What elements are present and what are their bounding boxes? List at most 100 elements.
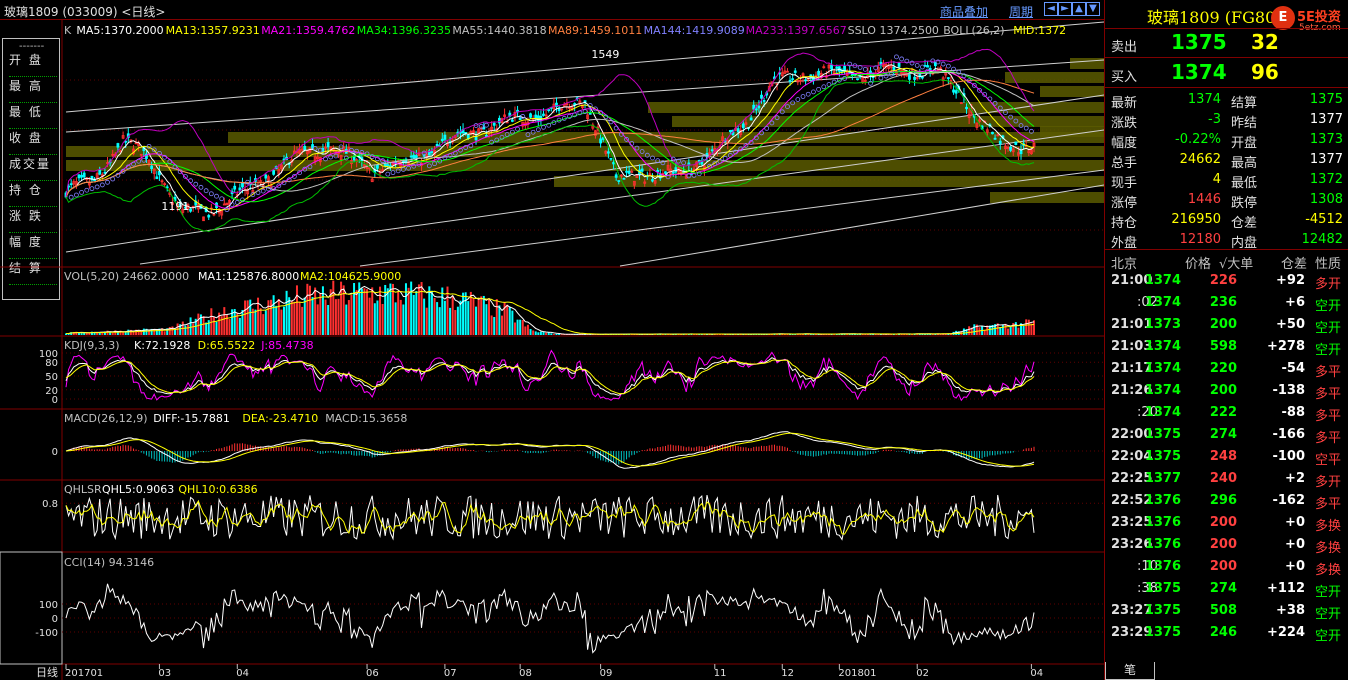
volume-bar	[207, 320, 210, 335]
quote-label: 持仓	[1111, 216, 1138, 231]
candle-body	[326, 142, 330, 148]
arrow-left-icon[interactable]: ◄	[1044, 2, 1058, 16]
volume-bar	[275, 305, 278, 335]
candle-body	[817, 70, 821, 76]
sar-dot	[484, 122, 489, 128]
tick-row: :02 1374 236 +6 空开	[1105, 292, 1348, 314]
quote-label: 昨结	[1231, 116, 1258, 131]
legend-item: BOLL(26,2)	[943, 24, 1004, 37]
quote-value: 12482	[1301, 232, 1343, 247]
arrow-down-icon[interactable]: ▼	[1086, 2, 1100, 16]
tick-row: 21:03 1374 598 +278 空开	[1105, 336, 1348, 358]
volume-bar	[116, 332, 119, 335]
legend-item: K:72.1928	[134, 339, 190, 352]
tick-price: 1375	[1144, 427, 1181, 442]
tick-volume: 200	[1209, 559, 1237, 574]
period-link[interactable]: 周期	[1009, 3, 1033, 20]
cci-tick: 0	[52, 614, 58, 625]
volume-bar	[1001, 324, 1004, 335]
tick-nature: 空开	[1315, 343, 1342, 358]
candle-body	[510, 119, 514, 122]
candle-body	[913, 76, 917, 80]
volume-bar	[244, 300, 247, 335]
volume-bar	[368, 297, 371, 335]
volume-bar	[1014, 322, 1017, 335]
volume-bar	[288, 297, 291, 335]
tick-row: 22:52 1376 296 -162 多平	[1105, 490, 1348, 512]
tick-price: 1374	[1144, 273, 1181, 288]
tick-row: 22:00 1375 274 -166 多平	[1105, 424, 1348, 446]
tick-oi-change: -138	[1272, 383, 1305, 398]
candle-body	[388, 165, 392, 168]
volume-bar	[467, 301, 470, 335]
tick-price: 1374	[1144, 339, 1181, 354]
tick-volume: 220	[1209, 361, 1237, 376]
quote-label: 总手	[1111, 156, 1138, 171]
legend-item: MID:1372	[1013, 24, 1066, 37]
tick-price: 1377	[1144, 471, 1181, 486]
volume-bar	[308, 285, 311, 335]
arrow-up-icon[interactable]: ▲	[1072, 2, 1086, 16]
candle-body	[542, 113, 545, 116]
quote-value: 1374	[1187, 92, 1221, 107]
x-tick-label: 09	[600, 668, 613, 679]
kdj-tick: 0	[52, 395, 58, 406]
candle-body	[238, 187, 242, 191]
price-band	[228, 132, 1104, 143]
overlay-commodity-link[interactable]: 商品叠加	[940, 3, 988, 20]
sar-dot	[198, 184, 204, 190]
volume-bar	[386, 288, 389, 335]
sar-dot	[821, 84, 827, 90]
volume-bar	[456, 306, 459, 335]
tick-volume: 240	[1209, 471, 1237, 486]
volume-bar	[215, 321, 218, 335]
quote-label: 跌停	[1231, 196, 1258, 211]
volume-bar	[498, 305, 501, 335]
arrow-right-icon[interactable]: ►	[1058, 2, 1072, 16]
volume-bar	[555, 333, 558, 335]
legend-item: MA1:125876.8000	[198, 270, 299, 283]
volume-bar	[488, 298, 491, 335]
candle-body	[1009, 146, 1013, 151]
tick-row: :20 1374 222 -88 多平	[1105, 402, 1348, 424]
quote-value: 1377	[1309, 112, 1343, 127]
chart-header: 玻璃1809 (033009) <日线> 商品叠加 周期 ◄ ► ▲ ▼	[0, 0, 1104, 20]
volume-bar	[314, 287, 317, 335]
volume-bar	[197, 313, 200, 335]
candle-body	[926, 65, 929, 68]
volume-bar	[472, 298, 475, 335]
candle-body	[954, 90, 958, 94]
candle-body	[414, 155, 418, 159]
sar-dot	[208, 191, 214, 197]
quote-row: 现手 4 最低 1372	[1105, 170, 1348, 191]
tick-volume: 236	[1209, 295, 1237, 310]
quote-label: 结算	[1231, 96, 1258, 111]
tick-price: 1373	[1144, 317, 1181, 332]
volume-bar	[1007, 328, 1010, 335]
tick-volume: 226	[1209, 273, 1237, 288]
x-tick-label: 201701	[65, 668, 103, 679]
price-band	[672, 116, 1104, 127]
volume-bar	[347, 300, 350, 335]
quote-label: 涨跌	[1111, 116, 1138, 131]
tick-volume: 200	[1209, 537, 1237, 552]
volume-bar	[332, 280, 335, 335]
quote-value: 1446	[1187, 192, 1221, 207]
tick-nature: 多平	[1315, 497, 1342, 512]
legend-item: MA13:1357.9231	[166, 24, 260, 37]
volume-bar	[360, 288, 363, 335]
volume-bar	[399, 299, 402, 335]
volume-bar	[469, 291, 472, 335]
tab-ticks[interactable]: 笔	[1105, 662, 1155, 680]
kline-chart[interactable]: 1549 1191 K MA5:1370.2000 MA13:1357.9231 MA21…	[0, 20, 1104, 680]
ask-label: 卖出	[1111, 40, 1138, 55]
price-band	[648, 102, 1104, 113]
ask-price: 1375	[1171, 30, 1227, 54]
volume-bar	[163, 331, 166, 335]
sar-dot	[255, 190, 261, 196]
candle-body	[150, 165, 154, 170]
volume-bar	[441, 287, 444, 335]
bid-label: 买入	[1111, 70, 1138, 85]
volume-bar	[311, 297, 314, 335]
candle-body	[757, 105, 761, 109]
